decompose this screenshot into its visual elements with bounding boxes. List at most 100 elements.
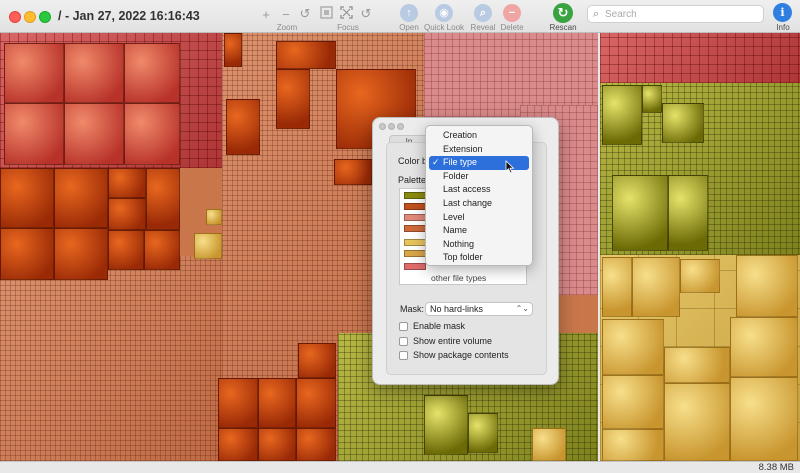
panel-zoom-button[interactable] (397, 123, 404, 130)
treemap-tile[interactable] (224, 33, 242, 67)
treemap-tile[interactable] (602, 429, 664, 461)
treemap-tile[interactable] (730, 317, 798, 377)
show-package-contents-checkbox[interactable] (399, 351, 408, 360)
treemap-tile[interactable] (664, 347, 730, 383)
treemap-tile[interactable] (218, 378, 258, 428)
delete-button[interactable]: − (503, 4, 521, 22)
treemap-tile[interactable] (334, 159, 372, 185)
menu-item-level[interactable]: Level (429, 211, 529, 225)
treemap-tile[interactable] (632, 257, 680, 317)
color-by-menu: Creation Extension ✓ File type Folder Las… (425, 125, 533, 266)
show-entire-volume-checkbox[interactable] (399, 337, 408, 346)
treemap-tile[interactable] (736, 255, 798, 317)
rescan-button[interactable]: ↻ (553, 3, 573, 23)
minus-icon: − (508, 7, 516, 19)
zoom-in-icon[interactable]: + (261, 8, 271, 21)
magnifier-icon: ⌕ (479, 7, 487, 19)
treemap-tile[interactable] (144, 230, 180, 270)
treemap-tile[interactable] (296, 378, 336, 428)
treemap-tile[interactable] (194, 233, 222, 259)
treemap-tile[interactable] (108, 168, 146, 198)
zoom-out-icon[interactable]: − (281, 8, 291, 21)
treemap-tile[interactable] (298, 343, 336, 378)
treemap-tile[interactable] (226, 99, 260, 155)
show-entire-volume-label: Show entire volume (413, 336, 493, 346)
info-button[interactable]: i (773, 3, 792, 22)
treemap-tile[interactable] (664, 383, 730, 461)
treemap-tile[interactable] (296, 428, 336, 461)
panel-minimize-button[interactable] (388, 123, 395, 130)
treemap-tile[interactable] (276, 41, 336, 69)
palette-swatch (404, 239, 426, 246)
palette-swatch (404, 192, 426, 199)
treemap-tile[interactable] (4, 103, 64, 165)
mouse-cursor-icon (505, 160, 515, 174)
window-close-button[interactable] (9, 11, 21, 23)
window-zoom-button[interactable] (39, 11, 51, 23)
show-package-contents-label: Show package contents (413, 350, 509, 360)
menu-item-nothing[interactable]: Nothing (429, 238, 529, 252)
treemap-tile[interactable] (4, 43, 64, 103)
search-field[interactable]: ⌕ (587, 5, 764, 23)
enable-mask-checkbox[interactable] (399, 322, 408, 331)
open-button[interactable]: ↑ (400, 4, 418, 22)
focus-expand-icon[interactable] (340, 6, 353, 19)
reveal-button[interactable]: ⌕ (474, 4, 492, 22)
treemap-tile[interactable] (54, 168, 108, 228)
window-minimize-button[interactable] (24, 11, 36, 23)
zoom-reset-icon[interactable]: ↺ (299, 7, 311, 20)
window-title: / - Jan 27, 2022 16:16:43 (58, 9, 200, 23)
treemap-region[interactable] (0, 256, 222, 461)
treemap-tile[interactable] (276, 69, 310, 129)
treemap-tile[interactable] (730, 377, 798, 461)
treemap-tile[interactable] (64, 43, 124, 103)
treemap-tile[interactable] (146, 168, 180, 230)
quicklook-button[interactable]: ◉ (435, 4, 453, 22)
treemap-tile[interactable] (468, 413, 498, 453)
panel-close-button[interactable] (379, 123, 386, 130)
open-label: Open (399, 23, 419, 32)
menu-item-top-folder[interactable]: Top folder (429, 251, 529, 265)
treemap-tile[interactable] (602, 319, 664, 375)
focus-label: Focus (337, 23, 359, 32)
treemap-tile[interactable] (424, 395, 468, 455)
palette-swatch (404, 225, 426, 232)
treemap-tile[interactable] (642, 85, 662, 113)
treemap-tile[interactable] (602, 85, 642, 145)
search-input[interactable] (605, 7, 755, 21)
treemap-tile[interactable] (0, 168, 54, 228)
treemap-tile[interactable] (0, 228, 54, 280)
treemap-tile[interactable] (680, 259, 720, 293)
mask-select[interactable]: No hard-links ⌃⌄ (425, 302, 533, 316)
focus-reset-icon[interactable]: ↺ (360, 7, 372, 20)
toolbar: / - Jan 27, 2022 16:16:43 + − ↺ Zoom ↺ F… (0, 0, 800, 33)
treemap-tile[interactable] (64, 103, 124, 165)
menu-item-name[interactable]: Name (429, 224, 529, 238)
treemap-tile[interactable] (124, 103, 180, 165)
status-bar: 8.38 MB (0, 461, 800, 473)
treemap-tile[interactable] (124, 43, 180, 103)
treemap-tile[interactable] (602, 257, 632, 317)
other-file-types-label: other file types (431, 273, 487, 283)
treemap-region[interactable] (600, 33, 800, 83)
focus-parent-icon[interactable] (320, 6, 333, 19)
treemap-tile[interactable] (108, 230, 144, 270)
mask-select-value: No hard-links (430, 304, 484, 314)
treemap-tile[interactable] (668, 175, 708, 251)
menu-item-last-access[interactable]: Last access (429, 183, 529, 197)
treemap-tile[interactable] (258, 428, 296, 461)
treemap-tile[interactable] (218, 428, 258, 461)
treemap-tile[interactable] (206, 209, 222, 225)
menu-item-last-change[interactable]: Last change (429, 197, 529, 211)
treemap-tile[interactable] (54, 228, 108, 280)
treemap-tile[interactable] (612, 175, 668, 251)
treemap-tile[interactable] (108, 198, 146, 230)
palette-swatch (404, 214, 426, 221)
treemap-tile[interactable] (258, 378, 296, 428)
quicklook-label: Quick Look (424, 23, 465, 32)
menu-item-extension[interactable]: Extension (429, 143, 529, 157)
treemap-tile[interactable] (602, 375, 664, 429)
treemap-tile[interactable] (662, 103, 704, 143)
menu-item-creation[interactable]: Creation (429, 129, 529, 143)
treemap-tile[interactable] (532, 428, 566, 461)
